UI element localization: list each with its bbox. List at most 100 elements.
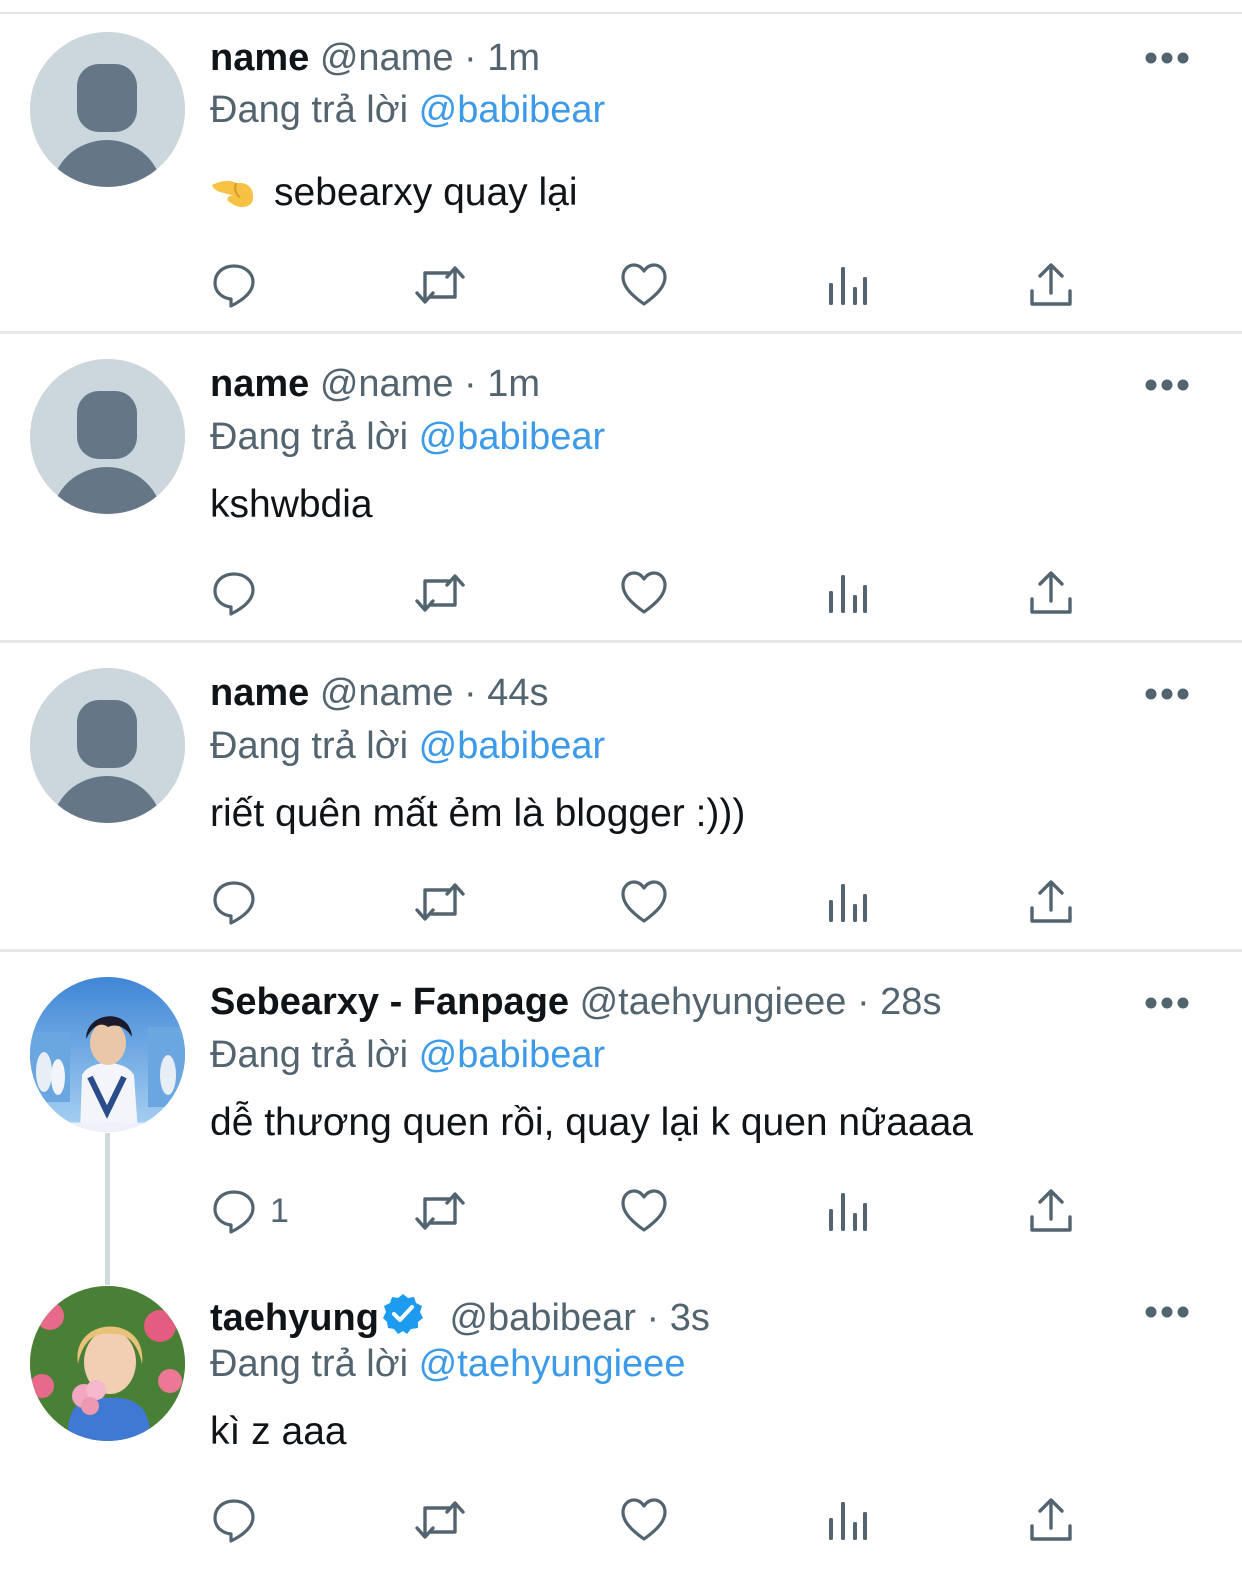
tweet-text: kì z aaa [210, 1410, 347, 1453]
avatar[interactable] [30, 1286, 185, 1441]
timestamp[interactable]: 1m [487, 363, 540, 405]
tweet-text: dễ thương quen rồi, quay lại k quen nữaa… [210, 1101, 973, 1144]
reply-icon [213, 881, 255, 925]
reply-count: 1 [270, 1191, 289, 1230]
separator-dot: · [856, 981, 870, 1023]
reply-button[interactable] [210, 872, 270, 932]
more-options-button[interactable] [1144, 50, 1190, 66]
share-icon [1030, 571, 1072, 614]
replying-to-link[interactable]: @babibear [419, 1034, 605, 1076]
display-name[interactable]: name [210, 672, 309, 714]
display-name[interactable]: name [210, 363, 309, 405]
user-handle[interactable]: @babibear [449, 1297, 635, 1339]
reply-button[interactable]: 1 [210, 1181, 289, 1241]
retweet-button[interactable] [413, 1181, 467, 1241]
avatar[interactable] [30, 32, 185, 187]
more-options-button[interactable] [1144, 377, 1190, 393]
replying-to-label: Đang trả lời [210, 416, 409, 458]
analytics-icon [829, 884, 867, 922]
more-horizontal-icon [1145, 1306, 1189, 1318]
more-horizontal-icon [1145, 379, 1189, 391]
replying-to-label: Đang trả lời [210, 1034, 409, 1076]
separator-dot: · [464, 37, 477, 79]
tweet-actions: 1 [0, 1181, 1242, 1241]
share-button[interactable] [1028, 255, 1074, 315]
more-options-button[interactable] [1144, 995, 1190, 1011]
user-handle[interactable]: @name [320, 37, 454, 79]
tweet-text: sebearxy quay lại [210, 168, 578, 224]
display-name[interactable]: name [210, 37, 309, 79]
share-button[interactable] [1028, 1181, 1074, 1241]
reply-icon [213, 1190, 255, 1234]
display-name[interactable]: Sebearxy - Fanpage [210, 981, 569, 1023]
share-button[interactable] [1028, 872, 1074, 932]
heart-icon [621, 1498, 667, 1541]
tweet-actions [0, 1490, 1242, 1550]
tweet-divider [0, 331, 1242, 334]
tweet-actions [0, 255, 1242, 315]
like-button[interactable] [620, 255, 668, 315]
reply-button[interactable] [210, 1490, 270, 1550]
like-button[interactable] [620, 1181, 668, 1241]
separator-dot: · [464, 363, 477, 405]
retweet-button[interactable] [413, 255, 467, 315]
retweet-button[interactable] [413, 872, 467, 932]
share-button[interactable] [1028, 1490, 1074, 1550]
user-handle[interactable]: @taehyungieee [580, 981, 847, 1023]
share-icon [1030, 880, 1072, 923]
analytics-icon [829, 1502, 867, 1540]
backhand-index-pointing-left-icon [210, 171, 256, 224]
reply-button[interactable] [210, 255, 270, 315]
tweet-text-content: sebearxy quay lại [274, 171, 578, 214]
reply-icon [213, 264, 255, 308]
replying-to-link[interactable]: @babibear [419, 89, 605, 131]
views-button[interactable] [827, 1181, 869, 1241]
views-button[interactable] [827, 872, 869, 932]
display-name[interactable]: taehyung [210, 1297, 379, 1339]
views-button[interactable] [827, 1490, 869, 1550]
retweet-button[interactable] [413, 1490, 467, 1550]
reply-icon [213, 572, 255, 616]
timestamp[interactable]: 44s [487, 672, 548, 714]
share-button[interactable] [1028, 563, 1074, 623]
like-button[interactable] [620, 1490, 668, 1550]
replying-to-label: Đang trả lời [210, 1343, 409, 1385]
timestamp[interactable]: 1m [487, 37, 540, 79]
analytics-icon [829, 267, 867, 305]
replying-to-link[interactable]: @taehyungieee [419, 1343, 686, 1385]
analytics-icon [829, 1193, 867, 1231]
tweet-header: name @name · 1m [210, 34, 540, 82]
replying-to: Đang trả lời @babibear [210, 722, 605, 770]
user-handle[interactable]: @name [320, 363, 454, 405]
tweet-text: kshwbdia [210, 483, 373, 526]
more-options-button[interactable] [1144, 1304, 1190, 1320]
separator-dot: · [646, 1297, 660, 1339]
tweet-divider [0, 949, 1242, 952]
timestamp[interactable]: 3s [670, 1297, 710, 1339]
replying-to-label: Đang trả lời [210, 89, 409, 131]
share-icon [1030, 1189, 1072, 1232]
replying-to: Đang trả lời @babibear [210, 413, 605, 461]
retweet-button[interactable] [413, 563, 467, 623]
views-button[interactable] [827, 563, 869, 623]
replying-to: Đang trả lời @babibear [210, 86, 605, 134]
tweet-actions [0, 563, 1242, 623]
avatar[interactable] [30, 359, 185, 514]
like-button[interactable] [620, 563, 668, 623]
like-button[interactable] [620, 872, 668, 932]
tweet-text: riết quên mất ẻm là blogger :))) [210, 792, 746, 835]
avatar[interactable] [30, 668, 185, 823]
timestamp[interactable]: 28s [880, 981, 941, 1023]
more-horizontal-icon [1145, 52, 1189, 64]
user-handle[interactable]: @name [320, 672, 454, 714]
share-icon [1030, 1498, 1072, 1541]
avatar[interactable] [30, 977, 185, 1132]
top-divider [0, 12, 1242, 14]
reply-button[interactable] [210, 563, 270, 623]
more-options-button[interactable] [1144, 686, 1190, 702]
replying-to-link[interactable]: @babibear [419, 416, 605, 458]
profile-photo-icon [30, 977, 185, 1132]
heart-icon [621, 571, 667, 614]
views-button[interactable] [827, 255, 869, 315]
replying-to-link[interactable]: @babibear [419, 725, 605, 767]
